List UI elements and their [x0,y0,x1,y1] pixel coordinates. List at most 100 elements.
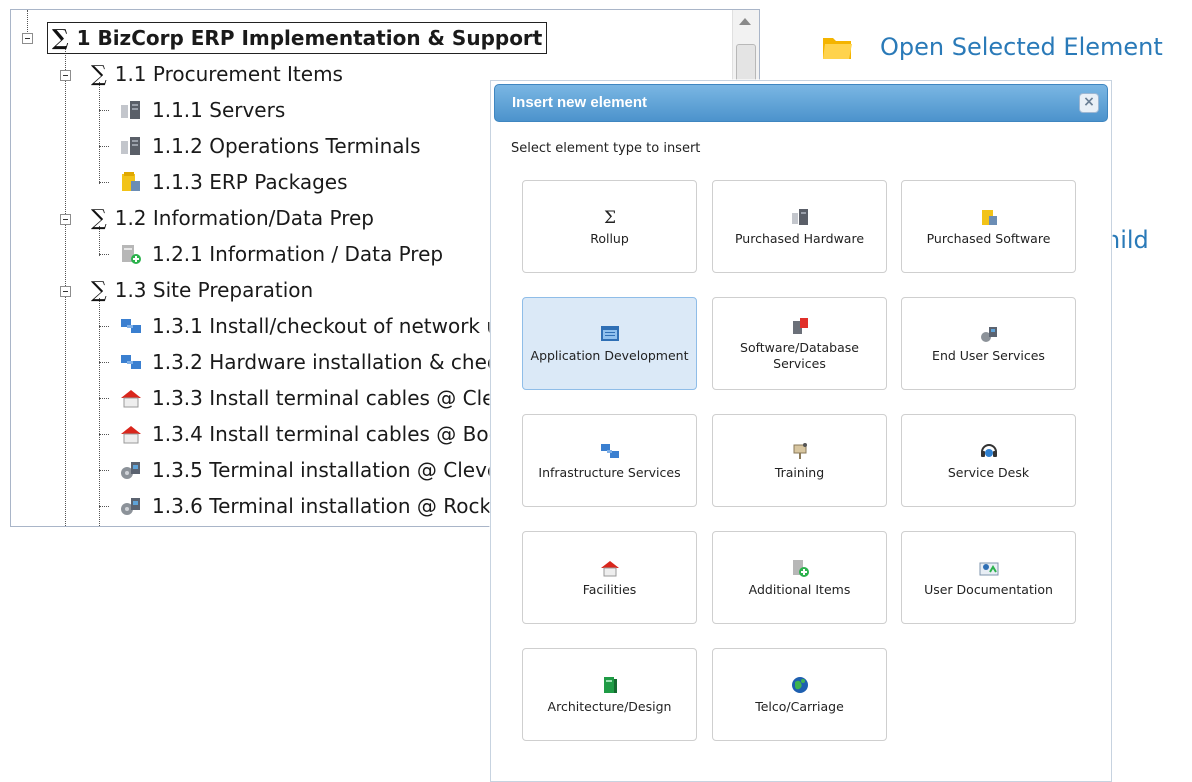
tree-connector [99,470,109,471]
tile-label: Service Desk [947,464,1030,480]
globe-icon [790,675,810,695]
tree-node[interactable]: 1.1.1 Servers [119,92,285,128]
tile-application-development[interactable]: Application Development [522,297,697,390]
sigma-icon: ∑ [52,25,69,51]
tree-node-rollup[interactable]: ∑ 1.3 Site Preparation [91,272,313,308]
tile-label: User Documentation [924,581,1053,597]
insert-element-dialog: Insert new element × Select element type… [490,80,1112,782]
tree-node[interactable]: 1.3.2 Hardware installation & check [119,344,509,380]
tree-node-root[interactable]: ∑ 1 BizCorp ERP Implementation & Support [47,20,548,56]
tree-node-label: 1.1.2 Operations Terminals [152,134,421,158]
open-selected-element-label: Open Selected Element [880,33,1163,61]
facilities-icon [119,387,143,409]
server-icon [119,135,143,157]
app-development-icon [600,324,620,344]
tree-node-label: 1.3 Site Preparation [114,278,314,302]
tree-connector [99,182,109,183]
tree-node[interactable]: 1.3.4 Install terminal cables @ Bode [119,416,514,452]
user-documentation-icon [979,558,999,578]
infrastructure-icon [600,441,620,461]
collapse-icon[interactable] [60,286,71,297]
collapse-icon[interactable] [60,70,71,81]
tile-label: Facilities [582,581,637,597]
tile-additional-items[interactable]: Additional Items [712,531,887,624]
scroll-up-arrow-icon[interactable] [739,18,751,25]
tree-connector [27,10,28,34]
tree-node[interactable]: 1.3.5 Terminal installation @ Clevel [119,452,505,488]
additional-items-icon [119,243,143,265]
tile-label: Software/Database Services [740,339,859,371]
tree-connector [99,506,109,507]
tree-node[interactable]: 1.3.6 Terminal installation @ Rockp [119,488,504,524]
tile-label: Infrastructure Services [538,464,681,480]
tile-label: Purchased Hardware [734,230,865,246]
end-user-services-icon [119,459,143,481]
tile-label: Architecture/Design [547,698,672,714]
open-selected-element-link[interactable]: Open Selected Element [820,32,1163,62]
tile-label: End User Services [932,347,1045,363]
tile-software-database-services[interactable]: Software/Database Services [712,297,887,390]
tree-node[interactable]: 1.1.3 ERP Packages [119,164,348,200]
end-user-services-icon [979,324,999,344]
tree-node-rollup[interactable]: ∑ 1.2 Information/Data Prep [91,200,374,236]
tile-user-documentation[interactable]: User Documentation [901,531,1076,624]
server-icon [119,99,143,121]
sigma-icon: ∑ [91,61,107,87]
tile-service-desk[interactable]: Service Desk [901,414,1076,507]
sigma-icon: ∑ [91,205,107,231]
tree-node[interactable]: 1.3.3 Install terminal cables @ Clev [119,380,506,416]
sigma-icon: Σ [600,207,620,227]
collapse-icon[interactable] [22,33,33,44]
tree-node-label: 1.3.5 Terminal installation @ Clevel [152,458,505,482]
tile-label: Purchased Software [926,230,1051,246]
tile-telco-carriage[interactable]: Telco/Carriage [712,648,887,741]
tree-node-label: 1.3.6 Terminal installation @ Rockp [152,494,504,518]
tree-node-label: 1.3.3 Install terminal cables @ Clev [152,386,507,410]
tile-label: Application Development [530,347,689,363]
architecture-icon [600,675,620,695]
tree-node[interactable]: 1.1.2 Operations Terminals [119,128,421,164]
tile-end-user-services[interactable]: End User Services [901,297,1076,390]
tile-facilities[interactable]: Facilities [522,531,697,624]
tree-connector [99,254,109,255]
headset-icon [979,441,999,461]
dialog-title: Insert new element [512,94,648,111]
collapse-icon[interactable] [60,214,71,225]
additional-items-icon [790,558,810,578]
tile-label: Additional Items [748,581,851,597]
tree-node-label: 1.3.1 Install/checkout of network up [152,314,512,338]
tree-node-label: 1.1.1 Servers [152,98,286,122]
server-icon [790,207,810,227]
infrastructure-icon [119,315,143,337]
tile-purchased-software[interactable]: Purchased Software [901,180,1076,273]
tree-node-label: 1.3.4 Install terminal cables @ Bode [152,422,514,446]
sigma-icon: ∑ [91,277,107,303]
tree-connector [99,146,109,147]
training-icon [790,441,810,461]
tree-node[interactable]: 1.2.1 Information / Data Prep [119,236,443,272]
dialog-titlebar[interactable]: Insert new element × [494,84,1108,122]
close-icon[interactable]: × [1079,93,1099,113]
tile-rollup[interactable]: Σ Rollup [522,180,697,273]
tile-label: Training [774,464,825,480]
tree-node[interactable]: 1.3.1 Install/checkout of network up [119,308,512,344]
tile-architecture-design[interactable]: Architecture/Design [522,648,697,741]
tree-connector [99,398,109,399]
tree-connector [99,110,109,111]
software-package-icon [119,171,143,193]
tree-node-label: 1.2.1 Information / Data Prep [152,242,444,266]
tile-label: Telco/Carriage [755,698,844,714]
database-icon [790,316,810,336]
tree-node-label: 1.1 Procurement Items [114,62,343,86]
tree-connector [99,434,109,435]
tile-training[interactable]: Training [712,414,887,507]
tree-node-rollup[interactable]: ∑ 1.1 Procurement Items [91,56,343,92]
software-package-icon [979,207,999,227]
tile-purchased-hardware[interactable]: Purchased Hardware [712,180,887,273]
tile-infrastructure-services[interactable]: Infrastructure Services [522,414,697,507]
tree-connector [99,362,109,363]
tree-connector [99,298,100,526]
tree-node-label: 1.3.2 Hardware installation & check [152,350,510,374]
tree-node-label: 1.2 Information/Data Prep [114,206,374,230]
tree-node-label: 1.1.3 ERP Packages [152,170,348,194]
